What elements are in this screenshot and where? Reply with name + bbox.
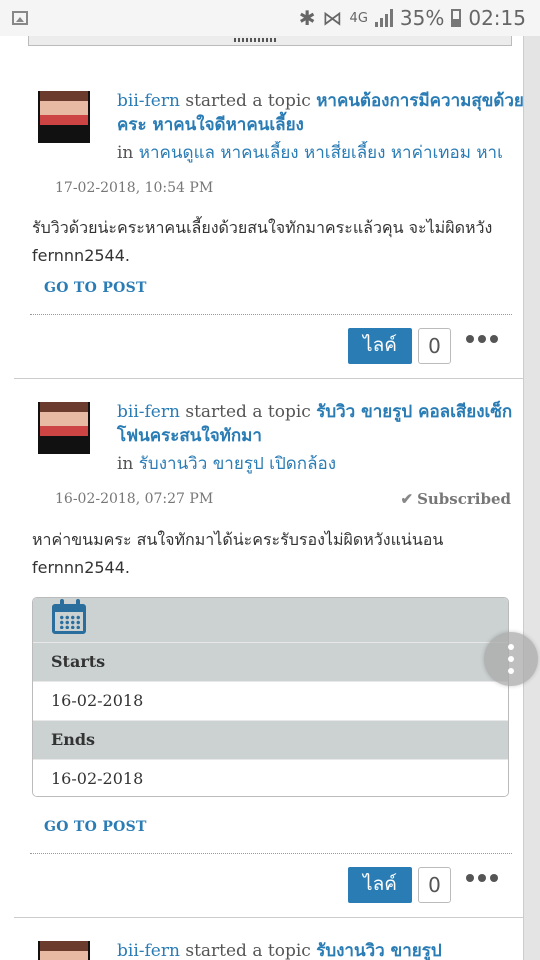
tag-link[interactable]: รับงานวิว <box>139 454 207 474</box>
floating-menu-button[interactable] <box>484 632 538 686</box>
post-timestamp: 17-02-2018, 10:54 PM <box>55 180 214 196</box>
in-label: in <box>117 143 139 163</box>
post-headline: bii-fern started a topic หาคนต้องการมีคว… <box>117 89 523 137</box>
tag-link[interactable]: หาเสี่ยเลี้ยง <box>304 143 385 163</box>
calendar-icon <box>52 599 86 634</box>
status-bar: ✱ ⋈ 4G 35% 02:15 <box>0 0 540 36</box>
bluetooth-icon: ✱ <box>298 6 316 30</box>
avatar[interactable] <box>38 91 90 143</box>
clock: 02:15 <box>468 6 526 30</box>
signal-icon <box>374 9 393 27</box>
action-text: started a topic <box>179 402 317 422</box>
post-separator <box>14 378 523 379</box>
divider <box>30 853 512 854</box>
tag-link[interactable]: หาคนดูแล <box>139 143 215 163</box>
starts-value: 16-02-2018 <box>33 681 508 720</box>
event-header <box>33 598 508 642</box>
more-options-icon[interactable] <box>466 874 500 884</box>
post-headline: bii-fern started a topic รับวิว ขายรูป ค… <box>117 400 523 448</box>
tag-link[interactable]: หาเ <box>476 143 503 163</box>
subscribed-label: Subscribed <box>417 490 511 508</box>
topic-link[interactable]: รับงานวิว ขายรูป <box>316 941 441 960</box>
post-separator <box>14 917 523 918</box>
image-notification-icon <box>12 11 28 25</box>
avatar-photo-right <box>64 91 88 125</box>
tag-link[interactable]: ขายรูป <box>213 454 264 474</box>
like-button[interactable]: ไลค์ <box>348 328 412 364</box>
status-icons: ✱ ⋈ 4G 35% 02:15 <box>299 6 526 30</box>
action-text: started a topic <box>179 941 317 960</box>
avatar-photo-left <box>40 91 64 125</box>
dotted-pattern <box>234 38 278 42</box>
like-count: 0 <box>418 867 451 903</box>
tag-list: in รับงานวิว ขายรูป เปิดกล้อง <box>117 452 523 476</box>
avatar-photo-left <box>40 941 64 960</box>
battery-icon <box>451 9 462 27</box>
tag-list: in หาคนดูแล หาคนเลี้ยง หาเสี่ยเลี้ยง หาค… <box>117 141 523 165</box>
post-body: รับวิวด้วยน่ะคระหาคนเลี้ยงด้วยสนใจทักมาค… <box>32 218 493 265</box>
check-icon: ✔ <box>400 490 414 508</box>
ends-label: Ends <box>33 720 508 759</box>
author-link[interactable]: bii-fern <box>117 91 180 111</box>
go-to-post-link[interactable]: GO TO POST <box>44 280 147 296</box>
tag-link[interactable]: หาคนเลี้ยง <box>220 143 298 163</box>
post-timestamp: 16-02-2018, 07:27 PM <box>55 491 214 507</box>
avatar-photo-left <box>40 402 64 436</box>
avatar-photo-right <box>64 402 88 436</box>
starts-label: Starts <box>33 642 508 681</box>
author-link[interactable]: bii-fern <box>117 402 180 422</box>
activity-feed: bii-fern started a topic หาคนต้องการมีคว… <box>0 36 524 960</box>
tag-link[interactable]: หาค่าเทอม <box>391 143 471 163</box>
ends-value: 16-02-2018 <box>33 759 508 796</box>
in-label: in <box>117 454 139 474</box>
more-options-icon[interactable] <box>466 335 500 345</box>
divider <box>30 314 512 315</box>
avatar[interactable] <box>38 402 90 454</box>
subscribed-status[interactable]: ✔ Subscribed <box>400 490 511 508</box>
post-headline: bii-fern started a topic รับงานวิว ขายรู… <box>117 939 523 960</box>
avatar[interactable] <box>38 941 90 960</box>
like-button[interactable]: ไลค์ <box>348 867 412 903</box>
like-count: 0 <box>418 328 451 364</box>
go-to-post-link[interactable]: GO TO POST <box>44 819 147 835</box>
previous-item-footer <box>28 36 512 46</box>
action-text: started a topic <box>179 91 317 111</box>
tag-link[interactable]: เปิดกล้อง <box>269 454 336 474</box>
vibrate-icon: ⋈ <box>322 6 343 30</box>
post-body: หาค่าขนมคระ สนใจทักมาได้น่ะคระรับรองไม่ผ… <box>32 530 444 577</box>
battery-level: 35% <box>399 6 445 30</box>
event-details: Starts 16-02-2018 Ends 16-02-2018 <box>32 597 509 797</box>
avatar-photo-right <box>64 941 88 960</box>
network-type: 4G <box>349 10 368 26</box>
author-link[interactable]: bii-fern <box>117 941 180 960</box>
